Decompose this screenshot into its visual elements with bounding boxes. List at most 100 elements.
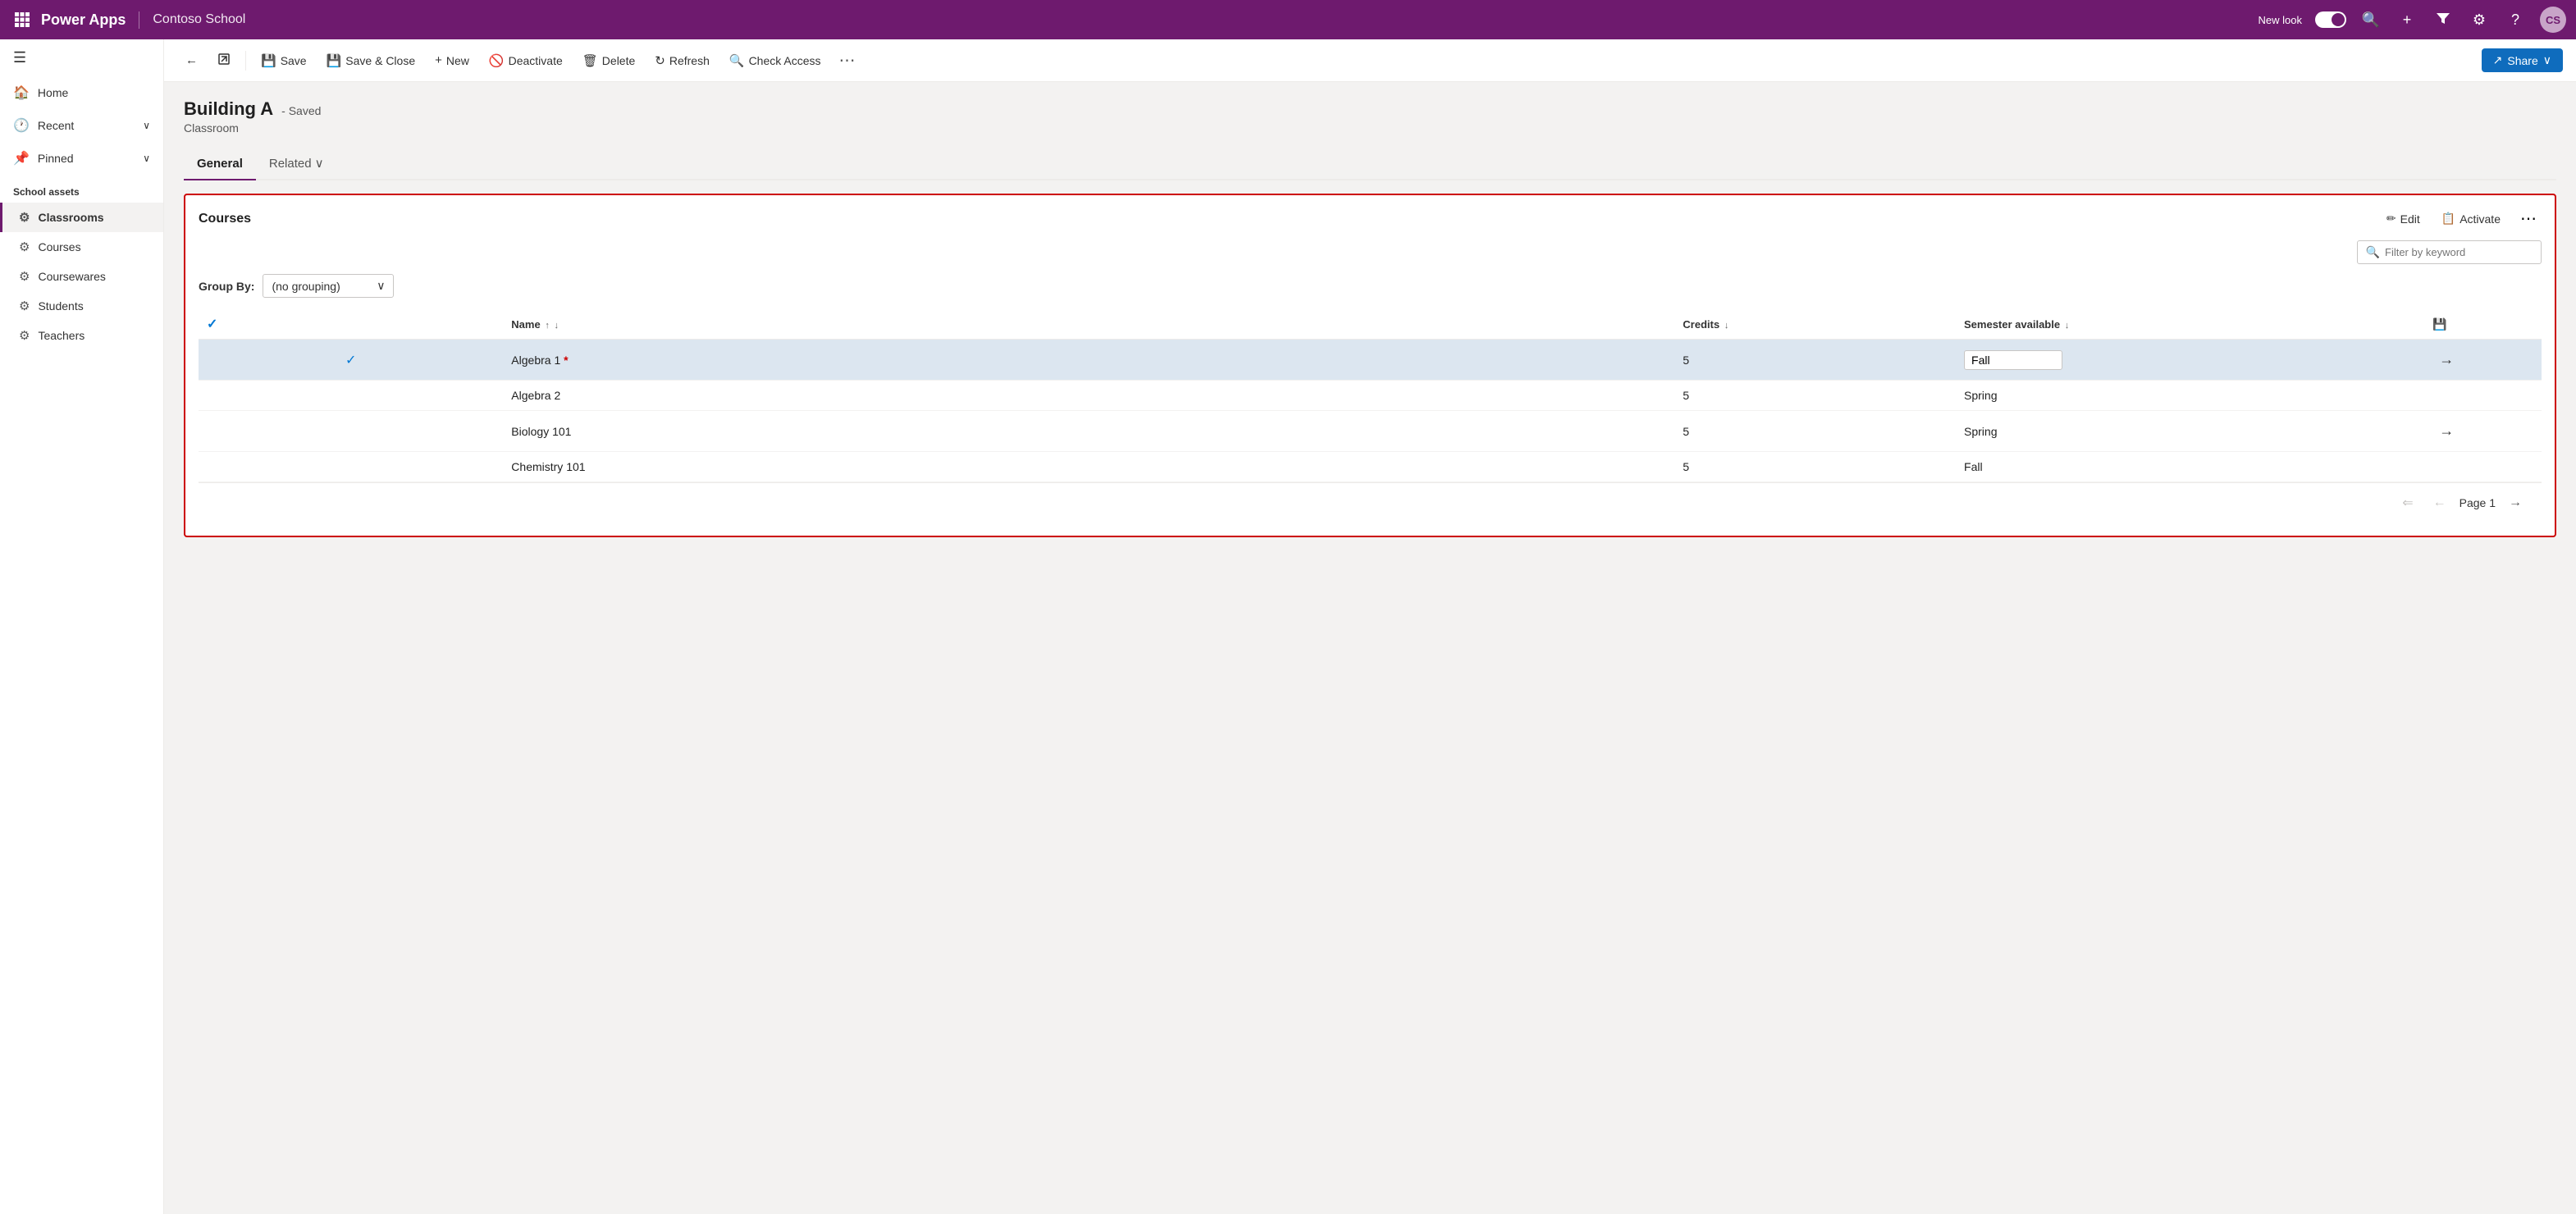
waffle-button[interactable] xyxy=(10,7,34,32)
row-navigate-button[interactable]: → xyxy=(2432,348,2460,372)
record-name: Building A xyxy=(184,98,273,120)
col-header-name[interactable]: Name ↑ ↓ xyxy=(503,309,1674,340)
row-action xyxy=(2424,452,2542,482)
sidebar-item-home[interactable]: 🏠 Home xyxy=(0,76,163,109)
tab-related[interactable]: Related ∨ xyxy=(256,148,337,180)
table-body: ✓ Algebra 1 * 5 xyxy=(199,340,2542,482)
delete-label: Delete xyxy=(602,54,635,67)
row-name[interactable]: Biology 101 xyxy=(503,411,1674,452)
toolbar: ← 💾 Save 💾 Save & Close xyxy=(164,39,2576,82)
sidebar-item-coursewares[interactable]: ⚙ Coursewares xyxy=(0,262,163,291)
col-header-semester[interactable]: Semester available ↓ xyxy=(1956,309,2424,340)
pagination-next-button[interactable]: → xyxy=(2502,492,2528,513)
sidebar-item-students[interactable]: ⚙ Students xyxy=(0,291,163,321)
refresh-icon: ↻ xyxy=(655,53,665,68)
content: Building A - Saved Classroom General Rel… xyxy=(164,82,2576,1214)
table-row[interactable]: Biology 101 5 Spring → xyxy=(199,411,2542,452)
filter-icon[interactable] xyxy=(2432,11,2455,30)
row-check xyxy=(199,452,503,482)
share-button[interactable]: ↗ Share ∨ xyxy=(2482,48,2563,72)
row-credits: 5 xyxy=(1674,340,1956,381)
row-action xyxy=(2424,381,2542,411)
refresh-button[interactable]: ↻ Refresh xyxy=(646,48,718,73)
plus-icon[interactable]: + xyxy=(2396,11,2418,29)
courses-card: Courses ✏ Edit 📋 Activate ⋯ xyxy=(184,194,2556,537)
save-icon: 💾 xyxy=(261,53,276,68)
back-button[interactable]: ← xyxy=(177,48,206,72)
edit-icon: ✏ xyxy=(2386,212,2396,226)
courses-edit-button[interactable]: ✏ Edit xyxy=(2380,208,2427,229)
save-close-button[interactable]: 💾 Save & Close xyxy=(318,48,424,73)
row-action[interactable]: → xyxy=(2424,340,2542,381)
sidebar-students-label: Students xyxy=(38,299,83,313)
courses-title: Courses xyxy=(199,212,2380,226)
save-button[interactable]: 💾 Save xyxy=(253,48,315,73)
toolbar-more-button[interactable]: ⋯ xyxy=(833,47,862,74)
sidebar-item-courses[interactable]: ⚙ Courses xyxy=(0,232,163,262)
sort-descending-icon: ↓ xyxy=(554,321,559,331)
check-access-button[interactable]: 🔍 Check Access xyxy=(721,48,829,73)
filter-input[interactable] xyxy=(2385,246,2533,258)
pagination-first-button[interactable]: ⇐ xyxy=(2396,491,2419,514)
col-header-check: ✓ xyxy=(199,309,503,340)
sidebar-item-recent[interactable]: 🕐 Recent ∨ xyxy=(0,109,163,142)
sidebar: ☰ 🏠 Home 🕐 Recent ∨ 📌 Pinned ∨ School as… xyxy=(0,39,164,1214)
brand-name: Power Apps xyxy=(41,11,126,29)
open-in-new-button[interactable] xyxy=(209,48,239,74)
sidebar-coursewares-label: Coursewares xyxy=(38,270,105,283)
col-header-credits[interactable]: Credits ↓ xyxy=(1674,309,1956,340)
pagination: ⇐ ← Page 1 → xyxy=(199,482,2542,523)
new-look-toggle[interactable] xyxy=(2315,11,2346,28)
row-semester xyxy=(1956,340,2424,381)
row-check[interactable]: ✓ xyxy=(199,340,503,381)
sidebar-classrooms-label: Classrooms xyxy=(38,211,103,224)
row-name[interactable]: Algebra 1 * xyxy=(503,340,1674,381)
row-action[interactable]: → xyxy=(2424,411,2542,452)
pagination-prev-button[interactable]: ← xyxy=(2427,492,2453,513)
deactivate-button[interactable]: 🚫 Deactivate xyxy=(481,48,571,73)
courses-more-button[interactable]: ⋯ xyxy=(2515,208,2542,229)
delete-button[interactable]: 🗑 Delete xyxy=(574,48,644,73)
row-semester: Spring xyxy=(1956,411,2424,452)
sidebar-item-pinned[interactable]: 📌 Pinned ∨ xyxy=(0,142,163,175)
semester-input[interactable] xyxy=(1964,350,2062,370)
sort-ascending-icon: ↑ xyxy=(545,321,550,331)
activate-icon: 📋 xyxy=(2441,212,2455,226)
row-name[interactable]: Algebra 2 xyxy=(503,381,1674,411)
coursewares-icon: ⚙ xyxy=(19,269,30,284)
group-by-select[interactable]: (no grouping) ∨ xyxy=(263,274,394,298)
deactivate-label: Deactivate xyxy=(509,54,563,67)
sidebar-item-classrooms[interactable]: ⚙ Classrooms xyxy=(0,203,163,232)
recent-icon: 🕐 xyxy=(13,117,30,134)
home-icon: 🏠 xyxy=(13,84,30,101)
tab-general[interactable]: General xyxy=(184,148,256,180)
help-icon[interactable]: ? xyxy=(2504,11,2527,29)
record-subtitle: Classroom xyxy=(184,121,2556,135)
top-nav: Power Apps Contoso School New look 🔍 + ⚙… xyxy=(0,0,2576,39)
sidebar-recent-label: Recent xyxy=(38,119,74,132)
sidebar-hamburger[interactable]: ☰ xyxy=(0,39,163,76)
search-icon[interactable]: 🔍 xyxy=(2359,11,2382,29)
table-row[interactable]: Chemistry 101 5 Fall xyxy=(199,452,2542,482)
students-icon: ⚙ xyxy=(19,299,30,313)
courses-table: ✓ Name ↑ ↓ Credits ↓ xyxy=(199,309,2542,482)
filter-input-wrapper: 🔍 xyxy=(2357,240,2542,264)
record-saved-badge: - Saved xyxy=(281,104,321,117)
row-credits: 5 xyxy=(1674,381,1956,411)
courses-activate-button[interactable]: 📋 Activate xyxy=(2435,208,2507,229)
new-button[interactable]: + New xyxy=(427,48,477,72)
divider xyxy=(245,51,246,71)
row-name[interactable]: Chemistry 101 xyxy=(503,452,1674,482)
row-navigate-button[interactable]: → xyxy=(2432,419,2460,443)
sidebar-item-teachers[interactable]: ⚙ Teachers xyxy=(0,321,163,350)
sidebar-teachers-label: Teachers xyxy=(38,329,84,342)
row-semester: Fall xyxy=(1956,452,2424,482)
chevron-down-icon: ∨ xyxy=(143,153,150,164)
table-row[interactable]: Algebra 2 5 Spring xyxy=(199,381,2542,411)
avatar[interactable]: CS xyxy=(2540,7,2566,33)
delete-icon: 🗑 xyxy=(582,53,598,68)
table-row[interactable]: ✓ Algebra 1 * 5 xyxy=(199,340,2542,381)
courses-actions: ✏ Edit 📋 Activate ⋯ xyxy=(2380,208,2542,229)
layout: ☰ 🏠 Home 🕐 Recent ∨ 📌 Pinned ∨ School as… xyxy=(0,39,2576,1214)
settings-icon[interactable]: ⚙ xyxy=(2468,11,2491,29)
